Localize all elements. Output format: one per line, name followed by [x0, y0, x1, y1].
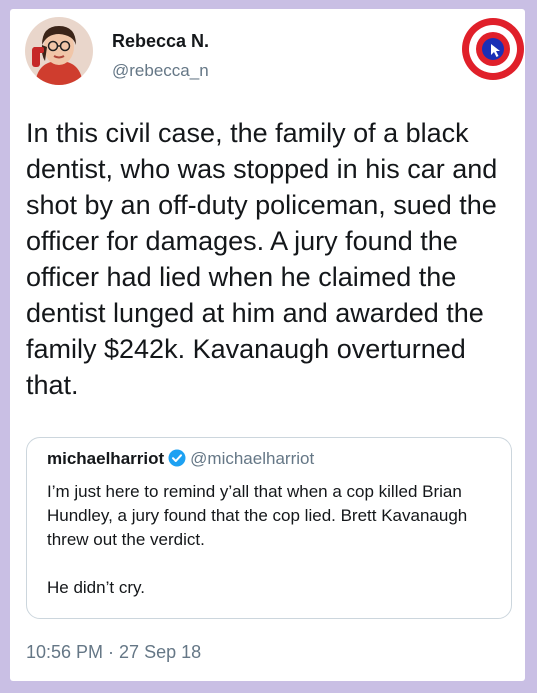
- woman-on-phone-avatar-icon: [25, 17, 93, 85]
- shield-target-badge-icon: [461, 17, 525, 81]
- author-name[interactable]: Rebecca N.: [112, 31, 209, 52]
- quoted-tweet-text: I’m just here to remind y’all that when …: [47, 480, 502, 600]
- quoted-author-handle[interactable]: @michaelharriot: [190, 449, 314, 468]
- quoted-tweet[interactable]: michaelharriot @michaelharriot I’m just h…: [26, 437, 512, 619]
- author-handle[interactable]: @rebecca_n: [112, 61, 209, 81]
- quoted-paragraph-2: He didn’t cry.: [47, 578, 145, 597]
- tweet-timestamp[interactable]: 10:56 PM · 27 Sep 18: [26, 642, 201, 663]
- verified-check-icon: [168, 449, 186, 472]
- tweet-text: In this civil case, the family of a blac…: [26, 118, 498, 400]
- quoted-tweet-header: michaelharriot @michaelharriot: [47, 449, 314, 472]
- tweet-card: Rebecca N. @rebecca_n In this civil case…: [10, 9, 525, 681]
- quoted-paragraph-1: I’m just here to remind y’all that when …: [47, 482, 468, 549]
- quoted-author-name[interactable]: michaelharriot: [47, 449, 164, 468]
- author-avatar[interactable]: [25, 17, 93, 85]
